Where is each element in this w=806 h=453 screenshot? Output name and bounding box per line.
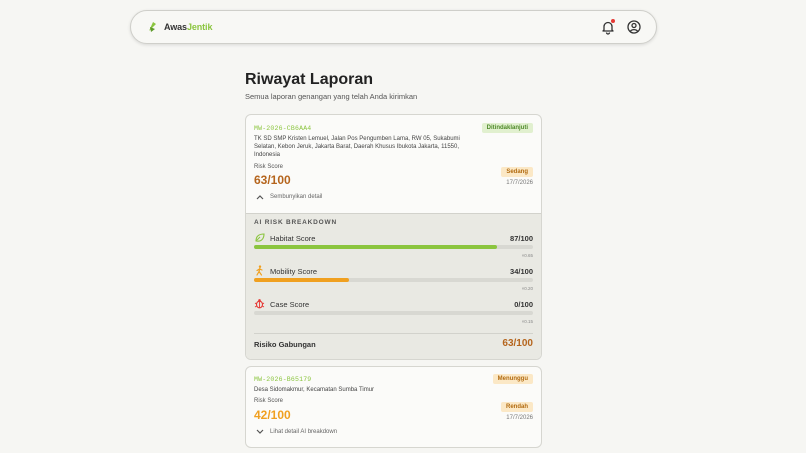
notification-dot: [611, 19, 615, 23]
metric-label: Habitat Score: [270, 234, 316, 243]
chevron-up-icon: [256, 195, 264, 200]
bug-icon: [254, 299, 265, 309]
report-address: Desa Sidomakmur, Kecamatan Sumba Timur: [254, 387, 375, 393]
metric-progress-fill: [254, 278, 349, 282]
walking-person-icon: [256, 265, 263, 276]
report-card: MW-2026-CB6AA4 Ditindaklanjuti TK SD SMP…: [245, 114, 542, 360]
metric-weight: ×0.15: [521, 319, 533, 324]
risk-score-label: Risk Score: [254, 164, 284, 170]
metric-progress-track: [254, 245, 533, 249]
report-date: 17/7/2026: [506, 415, 533, 421]
mosquito-logo-icon: [149, 22, 156, 32]
risk-level-badge: Sedang: [501, 167, 533, 177]
top-navbar: AwasJentik: [130, 10, 657, 44]
user-profile-icon[interactable]: [626, 19, 642, 35]
leaf-icon: [255, 233, 265, 242]
metric-label: Mobility Score: [270, 267, 318, 276]
risk-level-badge: Rendah: [500, 402, 533, 412]
status-badge: Ditindaklanjuti: [481, 123, 533, 133]
divider: [254, 333, 533, 334]
report-id: MW-2026-CB6AA4: [254, 125, 312, 132]
notification-bell-icon[interactable]: [600, 19, 616, 35]
risk-score-value: 63/100: [254, 173, 291, 187]
metric-label: Case Score: [270, 300, 310, 309]
metric-value: 87/100: [510, 234, 533, 243]
metric-value: 0/100: [514, 300, 533, 309]
risk-score-value: 42/100: [254, 408, 291, 422]
ai-risk-breakdown: AI RISK BREAKDOWN Habitat Score 87/100 ×…: [246, 213, 541, 359]
metric-progress-track: [254, 278, 533, 282]
risk-score-label: Risk Score: [254, 398, 284, 404]
metric-progress-track: [254, 311, 533, 315]
page-title: Riwayat Laporan: [245, 71, 374, 88]
hide-detail-toggle[interactable]: Sembunyikan detail: [256, 194, 322, 200]
breakdown-title: AI RISK BREAKDOWN: [254, 219, 337, 226]
report-id: MW-2026-B65179: [254, 376, 312, 383]
report-card: MW-2026-B65179 Menunggu Desa Sidomakmur,…: [245, 366, 542, 448]
case-score-row: Case Score 0/100 ×0.15: [254, 298, 533, 328]
habitat-score-row: Habitat Score 87/100 ×0.65: [254, 232, 533, 262]
report-date: 17/7/2026: [506, 180, 533, 186]
show-breakdown-toggle[interactable]: Lihat detail AI breakdown: [256, 429, 337, 435]
metric-progress-fill: [254, 245, 497, 249]
status-badge: Menunggu: [492, 374, 533, 384]
combined-risk-label: Risiko Gabungan: [254, 340, 316, 349]
chevron-down-icon: [256, 429, 264, 434]
toggle-label: Sembunyikan detail: [270, 194, 323, 200]
metric-value: 34/100: [510, 267, 533, 276]
metric-weight: ×0.65: [521, 253, 533, 258]
toggle-label: Lihat detail AI breakdown: [270, 429, 338, 435]
mobility-score-row: Mobility Score 34/100 ×0.20: [254, 265, 533, 295]
metric-weight: ×0.20: [521, 286, 533, 291]
brand-name: AwasJentik: [164, 21, 213, 32]
page-subtitle: Semua laporan genangan yang telah Anda k…: [245, 92, 418, 101]
brand-logo[interactable]: AwasJentik: [147, 20, 212, 33]
report-address: TK SD SMP Kristen Lemuel, Jalan Pos Peng…: [254, 136, 460, 158]
combined-risk-value: 63/100: [502, 338, 533, 349]
